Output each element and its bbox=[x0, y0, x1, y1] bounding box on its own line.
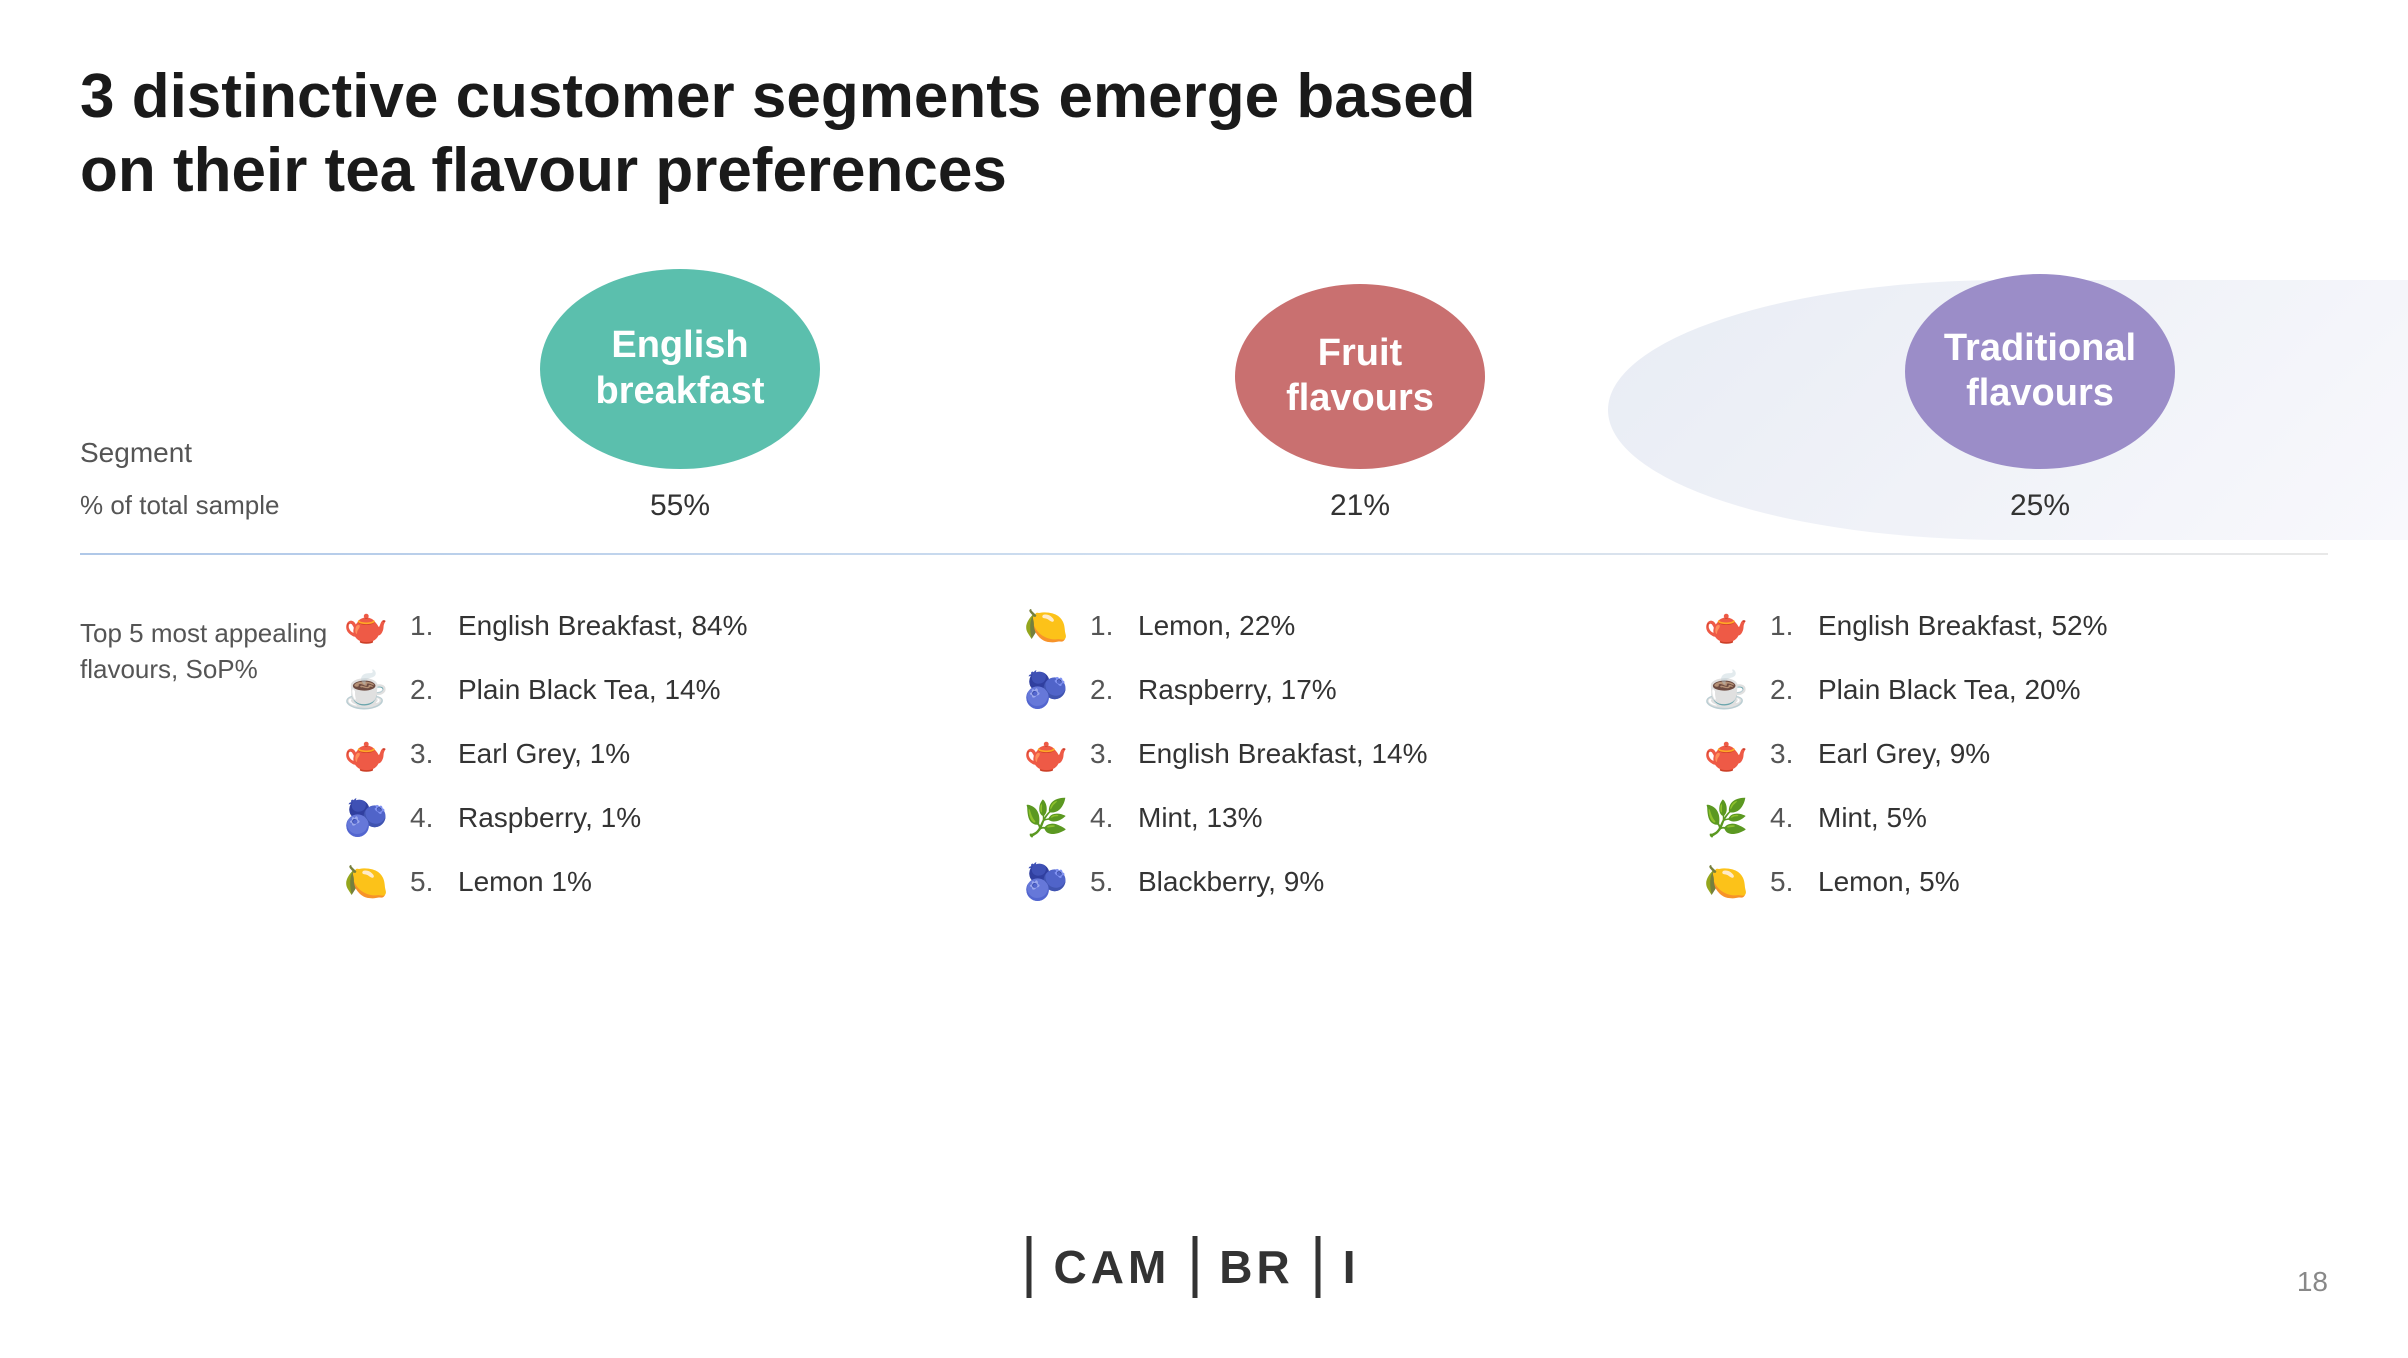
item-text: Earl Grey, 9% bbox=[1818, 738, 1990, 770]
mint2-icon: 🌿 bbox=[1700, 797, 1752, 839]
page-title: 3 distinctive customer segments emerge b… bbox=[80, 60, 1480, 209]
item-text: Lemon, 5% bbox=[1818, 866, 1960, 898]
item-text: Lemon 1% bbox=[458, 866, 592, 898]
list-item: 🫖 3. English Breakfast, 14% bbox=[1020, 733, 1700, 775]
list-item: 🫖 3. Earl Grey, 9% bbox=[1700, 733, 2380, 775]
item-text: Earl Grey, 1% bbox=[458, 738, 630, 770]
blackberry-icon: 🫐 bbox=[1020, 861, 1072, 903]
divider bbox=[80, 553, 2328, 555]
list-item: 🍋 5. Lemon 1% bbox=[340, 861, 1020, 903]
raspberry-icon: 🫐 bbox=[1020, 669, 1072, 711]
item-text: Plain Black Tea, 14% bbox=[458, 674, 721, 706]
item-num: 3. bbox=[410, 738, 440, 770]
list-item: 🌿 4. Mint, 13% bbox=[1020, 797, 1700, 839]
item-num: 5. bbox=[1090, 866, 1120, 898]
english-oval: Englishbreakfast bbox=[540, 269, 820, 469]
lemon3-icon: 🍋 bbox=[1700, 861, 1752, 903]
segment-english: Englishbreakfast bbox=[340, 269, 1020, 469]
tea-cup-icon: ☕ bbox=[340, 669, 392, 711]
teapot5-icon: 🫖 bbox=[1700, 733, 1752, 775]
item-text: English Breakfast, 14% bbox=[1138, 738, 1428, 770]
item-num: 1. bbox=[1770, 610, 1800, 642]
list-item: 🫐 4. Raspberry, 1% bbox=[340, 797, 1020, 839]
page-number: 18 bbox=[2297, 1266, 2328, 1298]
item-text: English Breakfast, 84% bbox=[458, 610, 748, 642]
pct-traditional: 25% bbox=[1700, 489, 2380, 523]
segment-fruit: Fruitflavours bbox=[1020, 284, 1700, 469]
list-item: 🫖 1. English Breakfast, 52% bbox=[1700, 605, 2380, 647]
item-num: 4. bbox=[1770, 802, 1800, 834]
segment-traditional: Traditionalflavours bbox=[1700, 274, 2380, 469]
pct-english: 55% bbox=[340, 489, 1020, 523]
tea-cup2-icon: ☕ bbox=[1700, 669, 1752, 711]
teapot4-icon: 🫖 bbox=[1700, 605, 1752, 647]
item-text: Raspberry, 17% bbox=[1138, 674, 1337, 706]
pct-label: % of total sample bbox=[80, 489, 340, 523]
lemon2-icon: 🍋 bbox=[1020, 605, 1072, 647]
footer-logo: CAM BR I bbox=[1027, 1236, 1382, 1298]
list-item: 🫖 1. English Breakfast, 84% bbox=[340, 605, 1020, 647]
list-item: 🍋 1. Lemon, 22% bbox=[1020, 605, 1700, 647]
segment-label: Segment bbox=[80, 437, 340, 469]
item-num: 5. bbox=[1770, 866, 1800, 898]
item-num: 4. bbox=[410, 802, 440, 834]
pct-fruit: 21% bbox=[1020, 489, 1700, 523]
mint-icon: 🌿 bbox=[1020, 797, 1072, 839]
list-item: ☕ 2. Plain Black Tea, 14% bbox=[340, 669, 1020, 711]
list-item: 🫐 2. Raspberry, 17% bbox=[1020, 669, 1700, 711]
item-text: English Breakfast, 52% bbox=[1818, 610, 2108, 642]
fruit-flavours: 🍋 1. Lemon, 22% 🫐 2. Raspberry, 17% 🫖 3.… bbox=[1020, 605, 1700, 903]
traditional-oval: Traditionalflavours bbox=[1905, 274, 2175, 469]
item-num: 2. bbox=[1770, 674, 1800, 706]
item-text: Blackberry, 9% bbox=[1138, 866, 1324, 898]
item-num: 1. bbox=[410, 610, 440, 642]
item-num: 3. bbox=[1090, 738, 1120, 770]
list-item: 🍋 5. Lemon, 5% bbox=[1700, 861, 2380, 903]
item-text: Mint, 5% bbox=[1818, 802, 1927, 834]
berry-icon: 🫐 bbox=[340, 797, 392, 839]
english-flavours: 🫖 1. English Breakfast, 84% ☕ 2. Plain B… bbox=[340, 605, 1020, 903]
list-item: 🫐 5. Blackberry, 9% bbox=[1020, 861, 1700, 903]
item-num: 2. bbox=[1090, 674, 1120, 706]
item-text: Lemon, 22% bbox=[1138, 610, 1295, 642]
item-num: 2. bbox=[410, 674, 440, 706]
list-item: 🌿 4. Mint, 5% bbox=[1700, 797, 2380, 839]
item-text: Raspberry, 1% bbox=[458, 802, 641, 834]
item-num: 3. bbox=[1770, 738, 1800, 770]
teapot2-icon: 🫖 bbox=[340, 733, 392, 775]
teapot3-icon: 🫖 bbox=[1020, 733, 1072, 775]
item-num: 4. bbox=[1090, 802, 1120, 834]
list-item: 🫖 3. Earl Grey, 1% bbox=[340, 733, 1020, 775]
item-num: 1. bbox=[1090, 610, 1120, 642]
item-text: Mint, 13% bbox=[1138, 802, 1263, 834]
item-num: 5. bbox=[410, 866, 440, 898]
item-text: Plain Black Tea, 20% bbox=[1818, 674, 2081, 706]
fruit-oval: Fruitflavours bbox=[1235, 284, 1485, 469]
flavours-label: Top 5 most appealing flavours, SoP% bbox=[80, 605, 340, 688]
lemon-icon: 🍋 bbox=[340, 861, 392, 903]
list-item: ☕ 2. Plain Black Tea, 20% bbox=[1700, 669, 2380, 711]
traditional-flavours: 🫖 1. English Breakfast, 52% ☕ 2. Plain B… bbox=[1700, 605, 2380, 903]
teapot-icon: 🫖 bbox=[340, 605, 392, 647]
